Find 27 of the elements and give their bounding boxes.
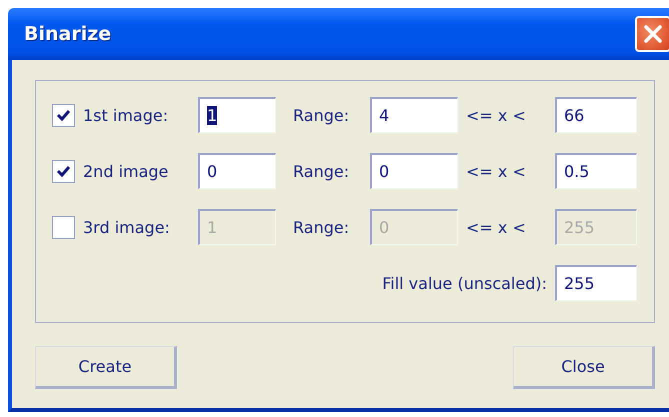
image-label: 2nd image — [83, 162, 170, 180]
operator-label: <= x < — [465, 218, 527, 236]
image-label: 1st image: — [83, 106, 170, 124]
field-value: 1 — [207, 218, 218, 237]
fill-value-label: Fill value (unscaled): — [382, 274, 547, 292]
input-field[interactable]: 255 — [555, 265, 637, 301]
checkbox[interactable] — [52, 160, 75, 182]
range-label: Range: — [292, 162, 350, 180]
range-label: Range: — [292, 218, 350, 236]
close-icon — [643, 24, 663, 44]
input-field[interactable]: 1 — [198, 97, 276, 133]
input-field[interactable]: 0 — [370, 153, 458, 189]
checkbox[interactable] — [52, 104, 75, 126]
input-field[interactable]: 0 — [198, 153, 276, 189]
field-value: 1 — [207, 106, 218, 125]
range-label: Range: — [292, 106, 350, 124]
operator-label: <= x < — [465, 106, 527, 124]
close-button[interactable] — [635, 16, 669, 52]
window-title: Binarize — [24, 23, 112, 45]
input-field[interactable]: 0.5 — [555, 153, 637, 189]
image-label: 3rd image: — [83, 218, 171, 236]
dialog-button[interactable]: Close — [513, 346, 655, 389]
field-value: 0 — [207, 162, 218, 181]
dialog-button[interactable]: Create — [35, 346, 177, 389]
input-field[interactable]: 66 — [555, 97, 637, 133]
input-field[interactable]: 4 — [370, 97, 458, 133]
operator-label: <= x < — [465, 162, 527, 180]
